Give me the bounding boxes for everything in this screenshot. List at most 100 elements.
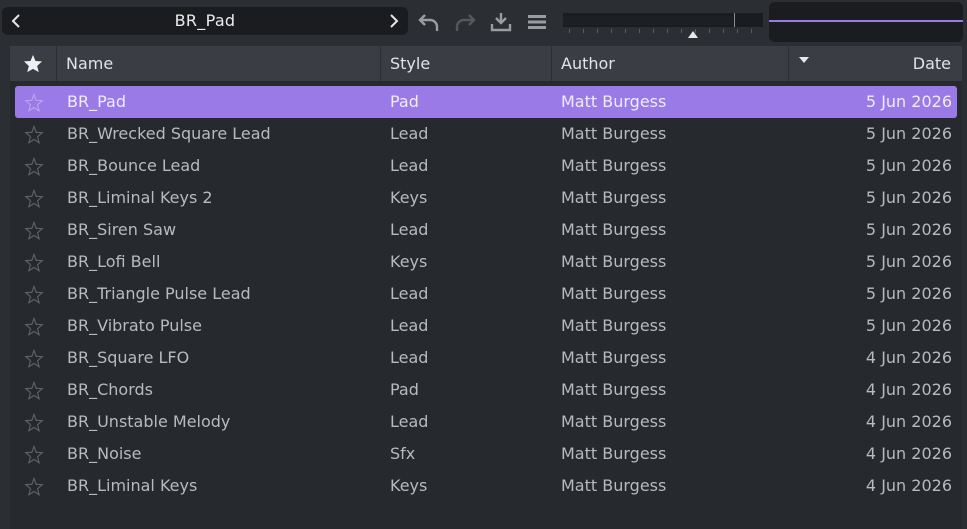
table-row[interactable]: BR_Square LFO Lead Matt Burgess 4 Jun 2026 [15,342,957,374]
favorite-star-icon[interactable] [15,182,52,214]
favorite-star-icon[interactable] [15,470,52,502]
preset-date-cell: 5 Jun 2026 [865,252,952,271]
table-row[interactable]: BR_Liminal Keys 2 Keys Matt Burgess 5 Jun 2… [15,182,957,214]
column-header-style[interactable]: Style [381,46,552,81]
table-row[interactable]: BR_Siren Saw Lead Matt Burgess 5 Jun 2026 [15,214,957,246]
table-row[interactable]: BR_Bounce Lead Lead Matt Burgess 5 Jun 2026 [15,150,957,182]
favorite-star-icon[interactable] [15,278,52,310]
current-preset-name[interactable]: BR_Pad [30,7,380,35]
preset-name-cell: BR_Wrecked Square Lead [67,124,271,143]
preset-date-cell: 4 Jun 2026 [865,348,952,367]
preset-date-cell: 5 Jun 2026 [865,92,952,111]
preset-author-cell: Matt Burgess [561,220,667,239]
preset-date-cell: 5 Jun 2026 [865,156,952,175]
menu-icon[interactable] [525,10,549,34]
favorite-star-icon[interactable] [15,342,52,374]
preset-date-cell: 4 Jun 2026 [865,380,952,399]
meter-tick [639,29,640,33]
preset-style-cell: Lead [390,284,429,303]
favorite-star-icon[interactable] [15,310,52,342]
favorite-star-icon[interactable] [15,406,52,438]
favorite-star-icon[interactable] [15,374,52,406]
favorite-star-icon[interactable] [15,150,52,182]
preset-author-cell: Matt Burgess [561,444,667,463]
meter-tick [583,29,584,33]
preset-author-cell: Matt Burgess [561,412,667,431]
level-meter[interactable] [563,13,763,38]
undo-icon[interactable] [417,10,441,34]
preset-style-cell: Keys [390,476,428,495]
favorite-star-icon[interactable] [15,438,52,470]
preset-style-cell: Lead [390,124,429,143]
table-row[interactable]: BR_Chords Pad Matt Burgess 4 Jun 2026 [15,374,957,406]
preset-style-cell: Sfx [390,444,416,463]
meter-bar [563,13,763,27]
preset-author-cell: Matt Burgess [561,124,667,143]
favorite-star-icon[interactable] [15,86,52,118]
preset-name-cell: BR_Bounce Lead [67,156,201,175]
preset-name-cell: BR_Vibrato Pulse [67,316,202,335]
preset-date-cell: 4 Jun 2026 [865,444,952,463]
favorites-column-header[interactable] [10,46,57,81]
preset-name-cell: BR_Liminal Keys 2 [67,188,213,207]
preset-style-cell: Pad [390,380,419,399]
preset-author-cell: Matt Burgess [561,156,667,175]
preset-style-cell: Lead [390,348,429,367]
save-icon[interactable] [489,10,513,34]
preset-date-cell: 5 Jun 2026 [865,284,952,303]
preset-name-cell: BR_Unstable Melody [67,412,231,431]
star-filled-icon [23,54,43,73]
meter-ticks [563,29,763,33]
table-row[interactable]: BR_Pad Pad Matt Burgess 5 Jun 2026 [15,86,957,118]
waveform-line [769,20,963,22]
preset-name-cell: BR_Noise [67,444,142,463]
preset-name-cell: BR_Pad [67,92,126,111]
meter-tick [709,29,710,33]
column-header-name[interactable]: Name [57,46,381,81]
table-row[interactable]: BR_Liminal Keys Keys Matt Burgess 4 Jun 202… [15,470,957,502]
meter-mark [734,13,735,27]
table-row[interactable]: BR_Triangle Pulse Lead Lead Matt Burgess 5 … [15,278,957,310]
meter-tick [723,29,724,33]
meter-tick [681,29,682,33]
chevron-right-icon[interactable] [380,7,408,35]
column-header-author[interactable]: Author [552,46,789,81]
preset-navigator: BR_Pad [2,7,408,35]
preset-style-cell: Lead [390,316,429,335]
meter-tick [625,29,626,33]
top-bar: BR_Pad [0,0,967,44]
chevron-left-icon[interactable] [2,7,30,35]
table-header: Name Style Author Date [10,46,962,81]
preset-date-cell: 5 Jun 2026 [865,220,952,239]
preset-name-cell: BR_Chords [67,380,153,399]
favorite-star-icon[interactable] [15,246,52,278]
favorite-star-icon[interactable] [15,118,52,150]
preset-date-cell: 5 Jun 2026 [865,316,952,335]
meter-tick [667,29,668,33]
meter-caret-icon[interactable] [688,31,698,38]
table-row[interactable]: BR_Wrecked Square Lead Lead Matt Burgess 5 … [15,118,957,150]
preset-name-cell: BR_Liminal Keys [67,476,198,495]
preset-author-cell: Matt Burgess [561,284,667,303]
preset-author-cell: Matt Burgess [561,476,667,495]
table-row[interactable]: BR_Unstable Melody Lead Matt Burgess 4 Jun … [15,406,957,438]
redo-icon[interactable] [453,10,477,34]
column-header-date-label: Date [912,54,951,73]
column-header-date[interactable]: Date [789,46,962,81]
preset-style-cell: Lead [390,156,429,175]
table-row[interactable]: BR_Lofi Bell Keys Matt Burgess 5 Jun 2026 [15,246,957,278]
preset-author-cell: Matt Burgess [561,316,667,335]
preset-style-cell: Lead [390,412,429,431]
preset-author-cell: Matt Burgess [561,252,667,271]
preset-date-cell: 5 Jun 2026 [865,124,952,143]
preset-date-cell: 4 Jun 2026 [865,476,952,495]
meter-tick [597,29,598,33]
meter-tick [653,29,654,33]
table-row[interactable]: BR_Vibrato Pulse Lead Matt Burgess 5 Jun 20… [15,310,957,342]
table-row[interactable]: BR_Noise Sfx Matt Burgess 4 Jun 2026 [15,438,957,470]
favorite-star-icon[interactable] [15,214,52,246]
preset-date-cell: 4 Jun 2026 [865,412,952,431]
meter-fill [563,16,733,25]
preset-table: Name Style Author Date BR_Pad Pad Matt Bur… [10,46,962,529]
preset-author-cell: Matt Burgess [561,188,667,207]
